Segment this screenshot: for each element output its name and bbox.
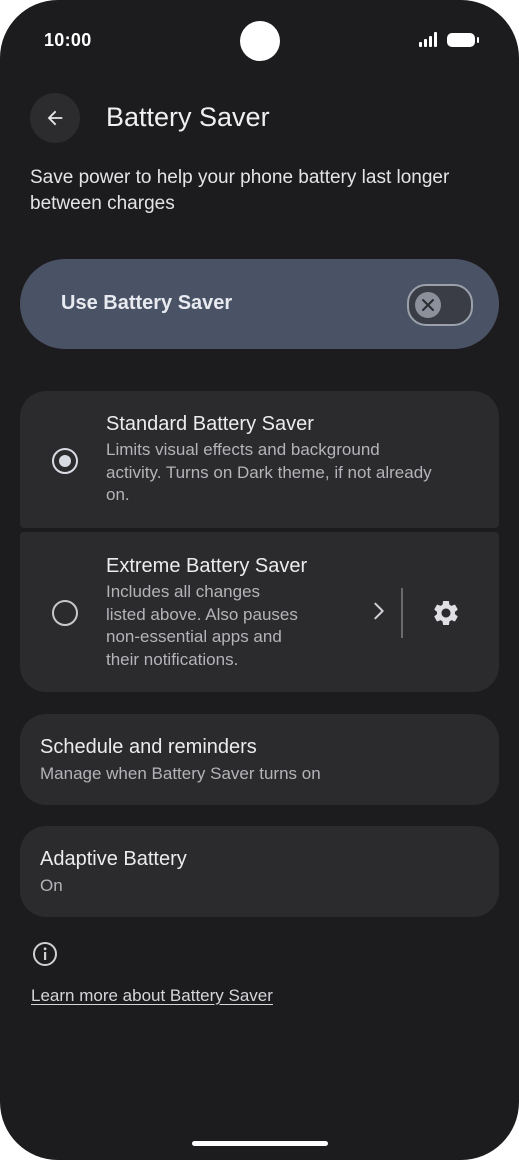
switch-knob xyxy=(415,292,441,318)
status-time: 10:00 xyxy=(44,30,92,50)
page-description: Save power to help your phone battery la… xyxy=(30,167,450,214)
home-indicator[interactable] xyxy=(192,1141,328,1146)
schedule-and-reminders-item[interactable]: Schedule and reminders Manage when Batte… xyxy=(20,714,499,805)
battery-icon xyxy=(447,32,479,47)
adaptive-battery-status: On xyxy=(40,876,63,895)
status-icons xyxy=(419,32,479,47)
extreme-option-description: Includes all changes listed above. Also … xyxy=(106,582,298,669)
back-button[interactable] xyxy=(30,93,80,143)
learn-more-link[interactable]: Learn more about Battery Saver xyxy=(31,986,273,1006)
use-battery-saver-toggle[interactable]: Use Battery Saver xyxy=(20,259,499,349)
use-battery-saver-label: Use Battery Saver xyxy=(61,292,233,314)
close-icon xyxy=(422,299,434,311)
standard-option-description: Limits visual effects and background act… xyxy=(106,440,432,504)
gear-icon[interactable] xyxy=(431,598,461,628)
schedule-subtitle: Manage when Battery Saver turns on xyxy=(40,764,321,783)
extreme-option-title: Extreme Battery Saver xyxy=(106,555,308,577)
standard-battery-saver-option[interactable]: Standard Battery Saver Limits visual eff… xyxy=(20,391,499,528)
extreme-battery-saver-option[interactable]: Extreme Battery Saver Includes all chang… xyxy=(20,532,499,692)
camera-cutout xyxy=(240,21,280,61)
signal-icon xyxy=(419,32,437,47)
page-title: Battery Saver xyxy=(106,102,270,132)
arrow-back-icon xyxy=(47,110,63,126)
adaptive-battery-item[interactable]: Adaptive Battery On xyxy=(20,826,499,917)
battery-saver-switch[interactable] xyxy=(407,284,473,326)
vertical-divider xyxy=(401,588,403,638)
chevron-right-icon[interactable] xyxy=(368,600,390,622)
adaptive-battery-title: Adaptive Battery xyxy=(40,848,187,870)
info-icon xyxy=(33,942,57,966)
schedule-title: Schedule and reminders xyxy=(40,736,257,758)
extreme-radio-button[interactable] xyxy=(52,600,78,626)
standard-option-title: Standard Battery Saver xyxy=(106,413,314,435)
phone-screen: 10:00 Battery Saver Save power to help y… xyxy=(0,0,519,1160)
standard-radio-button[interactable] xyxy=(52,448,78,474)
